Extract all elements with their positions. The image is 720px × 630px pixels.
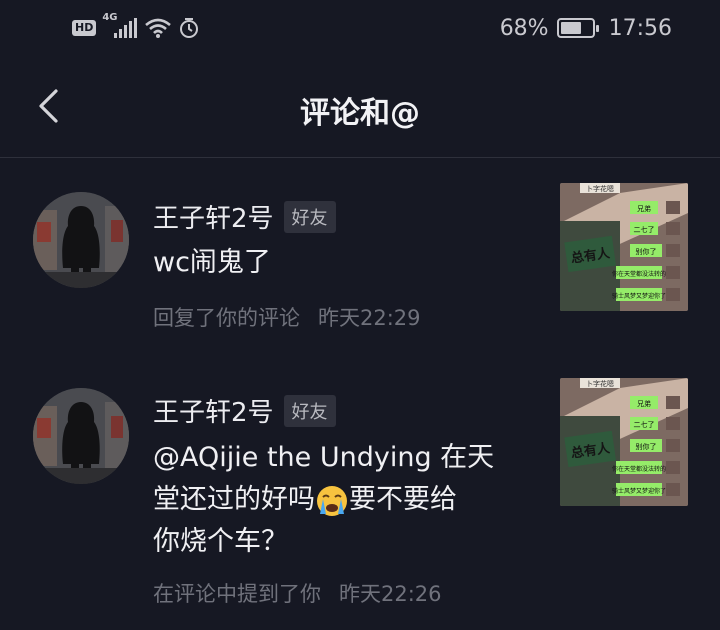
friend-badge: 好友 (283, 394, 336, 427)
svg-text:兄弟: 兄弟 (637, 399, 651, 408)
page-title: 评论和@ (300, 96, 420, 131)
crying-face-icon (317, 485, 347, 516)
comment-line: @AQijie the Undying 在天 (153, 442, 495, 473)
svg-text:你在天堂都没法转的: 你在天堂都没法转的 (612, 270, 666, 278)
avatar[interactable] (33, 388, 129, 484)
battery-percent: 68% (499, 15, 549, 41)
svg-text:卜字花嗯: 卜字花嗯 (586, 184, 614, 193)
svg-text:别你了: 别你了 (636, 442, 657, 451)
comment-text: @AQijie the Undying 在天 堂还过的好吗 要不要给 你烧个车？ (153, 437, 533, 563)
svg-text:骑士风梦又梦迎你了: 骑士风梦又梦迎你了 (612, 292, 666, 300)
notification-action: 回复了你的评论 (153, 306, 300, 330)
avatar-image (33, 192, 129, 288)
alarm-icon (180, 18, 199, 38)
svg-text:骑士风梦又梦迎你了: 骑士风梦又梦迎你了 (612, 487, 666, 495)
avatar[interactable] (33, 192, 129, 288)
username[interactable]: 王子轩2号 (153, 392, 274, 429)
hd-icon: HD (72, 20, 97, 36)
status-bar: HD 4G 68% 17:56 (0, 0, 720, 56)
comment-text: wc闹鬼了 (153, 247, 271, 278)
notification-action: 在评论中提到了你 (153, 582, 321, 606)
comment-line: 你烧个车？ (153, 526, 288, 557)
notification-item[interactable]: 王子轩2号 好友 wc闹鬼了 回复了你的评论 昨天22:29 卜字花嗯 总有人 … (0, 170, 720, 350)
thumbnail-image: 卜字花嗯 总有人 兄弟 二七了 别你了 你在天堂都没法转的 骑士风梦又梦迎你了 (560, 183, 688, 311)
svg-text:二七了: 二七了 (634, 225, 655, 234)
timestamp: 昨天22:29 (318, 306, 421, 330)
username[interactable]: 王子轩2号 (153, 198, 274, 235)
comment-line: 堂还过的好吗 要不要给 (153, 479, 533, 521)
avatar-image (33, 388, 129, 484)
svg-text:兄弟: 兄弟 (637, 204, 651, 213)
svg-text:二七了: 二七了 (634, 420, 655, 429)
svg-text:别你了: 别你了 (636, 247, 657, 256)
timestamp: 昨天22:26 (339, 582, 442, 606)
nav-header: 评论和@ (0, 56, 720, 158)
friend-badge: 好友 (283, 200, 336, 233)
network-type: 4G (102, 12, 118, 23)
video-thumbnail[interactable]: 卜字花嗯 总有人 兄弟 二七了 别你了 你在天堂都没法转的 骑士风梦又梦迎你了 (560, 378, 688, 506)
notification-item[interactable]: 王子轩2号 好友 @AQijie the Undying 在天 堂还过的好吗 要… (0, 360, 720, 630)
svg-text:卜字花嗯: 卜字花嗯 (586, 379, 614, 388)
video-thumbnail[interactable]: 卜字花嗯 总有人 兄弟 二七了 别你了 你在天堂都没法转的 骑士风梦又梦迎你了 (560, 183, 688, 311)
clock: 17:56 (608, 15, 672, 41)
thumbnail-image: 卜字花嗯 总有人 兄弟 二七了 别你了 你在天堂都没法转的 骑士风梦又梦迎你了 (560, 378, 688, 506)
battery-icon (556, 18, 599, 38)
wifi-icon (145, 18, 172, 38)
cellular-signal-icon: 4G (102, 12, 138, 38)
svg-text:你在天堂都没法转的: 你在天堂都没法转的 (612, 465, 666, 473)
